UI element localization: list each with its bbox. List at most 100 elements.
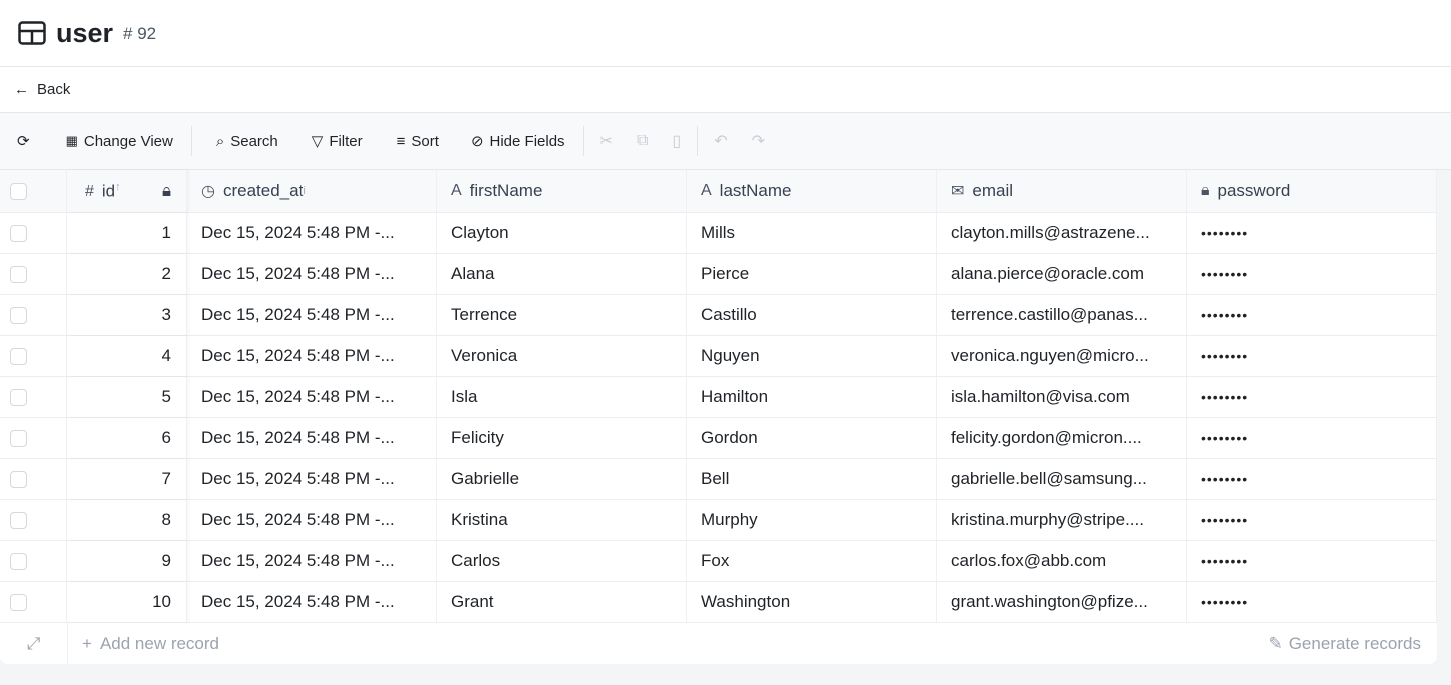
- cell-created_at[interactable]: Dec 15, 2024 5:48 PM -...: [187, 582, 437, 622]
- undo-icon[interactable]: ↶: [702, 131, 739, 151]
- cell-email[interactable]: alana.pierce@oracle.com: [937, 254, 1187, 294]
- back-button[interactable]: ← Back: [0, 67, 1451, 113]
- table-row[interactable]: 1 Dec 15, 2024 5:48 PM -... Clayton Mills cl…: [0, 213, 1437, 254]
- cell-firstname[interactable]: Terrence: [437, 295, 687, 335]
- table-row[interactable]: 3 Dec 15, 2024 5:48 PM -... Terrence Castil…: [0, 295, 1437, 336]
- filter-button[interactable]: ▽ Filter: [292, 132, 377, 151]
- select-all-checkbox[interactable]: [10, 182, 27, 200]
- cell-id[interactable]: 10: [67, 582, 187, 622]
- cell-created_at[interactable]: Dec 15, 2024 5:48 PM -...: [187, 213, 437, 253]
- cell-created_at[interactable]: Dec 15, 2024 5:48 PM -...: [187, 254, 437, 294]
- cell-password[interactable]: ••••••••: [1187, 459, 1437, 499]
- cell-email[interactable]: gabrielle.bell@samsung...: [937, 459, 1187, 499]
- cell-email[interactable]: carlos.fox@abb.com: [937, 541, 1187, 581]
- table-row[interactable]: 5 Dec 15, 2024 5:48 PM -... Isla Hamilton is…: [0, 377, 1437, 418]
- cell-email[interactable]: veronica.nguyen@micro...: [937, 336, 1187, 376]
- generate-records-button[interactable]: ✎ Generate records: [1268, 634, 1437, 654]
- column-header-firstname[interactable]: AfirstName: [437, 170, 687, 212]
- cell-lastname[interactable]: Washington: [687, 582, 937, 622]
- change-view-button[interactable]: ▦ Change View: [52, 133, 187, 150]
- refresh-button[interactable]: ⟳: [0, 132, 52, 150]
- cell-firstname[interactable]: Veronica: [437, 336, 687, 376]
- row-checkbox[interactable]: [10, 224, 27, 242]
- table-row[interactable]: 9 Dec 15, 2024 5:48 PM -... Carlos Fox carlo…: [0, 541, 1437, 582]
- cell-id[interactable]: 9: [67, 541, 187, 581]
- cell-firstname[interactable]: Alana: [437, 254, 687, 294]
- cell-lastname[interactable]: Castillo: [687, 295, 937, 335]
- cell-password[interactable]: ••••••••: [1187, 336, 1437, 376]
- add-record-button[interactable]: + Add new record: [67, 623, 219, 664]
- row-checkbox[interactable]: [10, 265, 27, 283]
- column-header-id[interactable]: # id↑ 🔒︎: [67, 170, 187, 212]
- row-checkbox[interactable]: [10, 306, 27, 324]
- cell-password[interactable]: ••••••••: [1187, 213, 1437, 253]
- cell-email[interactable]: isla.hamilton@visa.com: [937, 377, 1187, 417]
- cell-email[interactable]: felicity.gordon@micron....: [937, 418, 1187, 458]
- cell-id[interactable]: 2: [67, 254, 187, 294]
- copy-icon[interactable]: ⧉: [625, 132, 660, 150]
- cell-email[interactable]: clayton.mills@astrazene...: [937, 213, 1187, 253]
- cell-password[interactable]: ••••••••: [1187, 541, 1437, 581]
- cell-password[interactable]: ••••••••: [1187, 254, 1437, 294]
- cell-password[interactable]: ••••••••: [1187, 418, 1437, 458]
- column-header-email[interactable]: ✉ email: [937, 170, 1187, 212]
- cell-created_at[interactable]: Dec 15, 2024 5:48 PM -...: [187, 541, 437, 581]
- cut-icon[interactable]: ✂: [588, 131, 625, 151]
- cell-lastname[interactable]: Hamilton: [687, 377, 937, 417]
- cell-lastname[interactable]: Gordon: [687, 418, 937, 458]
- column-header-created-at[interactable]: ◷ created_at i: [187, 170, 437, 212]
- cell-created_at[interactable]: Dec 15, 2024 5:48 PM -...: [187, 459, 437, 499]
- table-row[interactable]: 6 Dec 15, 2024 5:48 PM -... Felicity Gordon…: [0, 418, 1437, 459]
- cell-email[interactable]: grant.washington@pfize...: [937, 582, 1187, 622]
- cell-password[interactable]: ••••••••: [1187, 500, 1437, 540]
- table-row[interactable]: 7 Dec 15, 2024 5:48 PM -... Gabrielle Bell g…: [0, 459, 1437, 500]
- cell-created_at[interactable]: Dec 15, 2024 5:48 PM -...: [187, 295, 437, 335]
- cell-id[interactable]: 6: [67, 418, 187, 458]
- paste-icon[interactable]: ▯: [660, 131, 693, 151]
- column-header-password[interactable]: 🔒︎ password: [1187, 170, 1437, 212]
- row-checkbox[interactable]: [10, 388, 27, 406]
- cell-id[interactable]: 5: [67, 377, 187, 417]
- row-checkbox[interactable]: [10, 429, 27, 447]
- hide-fields-button[interactable]: ⊘ Hide Fields: [453, 132, 579, 151]
- cell-password[interactable]: ••••••••: [1187, 377, 1437, 417]
- cell-password[interactable]: ••••••••: [1187, 295, 1437, 335]
- cell-firstname[interactable]: Carlos: [437, 541, 687, 581]
- row-checkbox[interactable]: [10, 347, 27, 365]
- cell-firstname[interactable]: Isla: [437, 377, 687, 417]
- cell-created_at[interactable]: Dec 15, 2024 5:48 PM -...: [187, 418, 437, 458]
- cell-lastname[interactable]: Mills: [687, 213, 937, 253]
- table-row[interactable]: 8 Dec 15, 2024 5:48 PM -... Kristina Murphy…: [0, 500, 1437, 541]
- sort-button[interactable]: ≡ Sort: [377, 133, 453, 150]
- expand-icon[interactable]: ⤢: [0, 634, 67, 654]
- column-header-lastname[interactable]: AlastName: [687, 170, 937, 212]
- table-row[interactable]: 4 Dec 15, 2024 5:48 PM -... Veronica Nguyen…: [0, 336, 1437, 377]
- cell-created_at[interactable]: Dec 15, 2024 5:48 PM -...: [187, 500, 437, 540]
- cell-firstname[interactable]: Gabrielle: [437, 459, 687, 499]
- cell-firstname[interactable]: Clayton: [437, 213, 687, 253]
- cell-lastname[interactable]: Pierce: [687, 254, 937, 294]
- row-checkbox[interactable]: [10, 511, 27, 529]
- redo-icon[interactable]: ↷: [740, 131, 777, 151]
- row-checkbox[interactable]: [10, 470, 27, 488]
- cell-id[interactable]: 4: [67, 336, 187, 376]
- cell-firstname[interactable]: Kristina: [437, 500, 687, 540]
- search-button[interactable]: ⌕ Search: [196, 133, 292, 150]
- cell-password[interactable]: ••••••••: [1187, 582, 1437, 622]
- cell-email[interactable]: terrence.castillo@panas...: [937, 295, 1187, 335]
- cell-id[interactable]: 3: [67, 295, 187, 335]
- cell-firstname[interactable]: Grant: [437, 582, 687, 622]
- table-row[interactable]: 2 Dec 15, 2024 5:48 PM -... Alana Pierce ala…: [0, 254, 1437, 295]
- row-checkbox[interactable]: [10, 552, 27, 570]
- cell-id[interactable]: 1: [67, 213, 187, 253]
- cell-lastname[interactable]: Nguyen: [687, 336, 937, 376]
- cell-created_at[interactable]: Dec 15, 2024 5:48 PM -...: [187, 336, 437, 376]
- cell-id[interactable]: 7: [67, 459, 187, 499]
- cell-lastname[interactable]: Bell: [687, 459, 937, 499]
- cell-firstname[interactable]: Felicity: [437, 418, 687, 458]
- cell-lastname[interactable]: Murphy: [687, 500, 937, 540]
- row-checkbox[interactable]: [10, 593, 27, 611]
- cell-lastname[interactable]: Fox: [687, 541, 937, 581]
- cell-email[interactable]: kristina.murphy@stripe....: [937, 500, 1187, 540]
- cell-created_at[interactable]: Dec 15, 2024 5:48 PM -...: [187, 377, 437, 417]
